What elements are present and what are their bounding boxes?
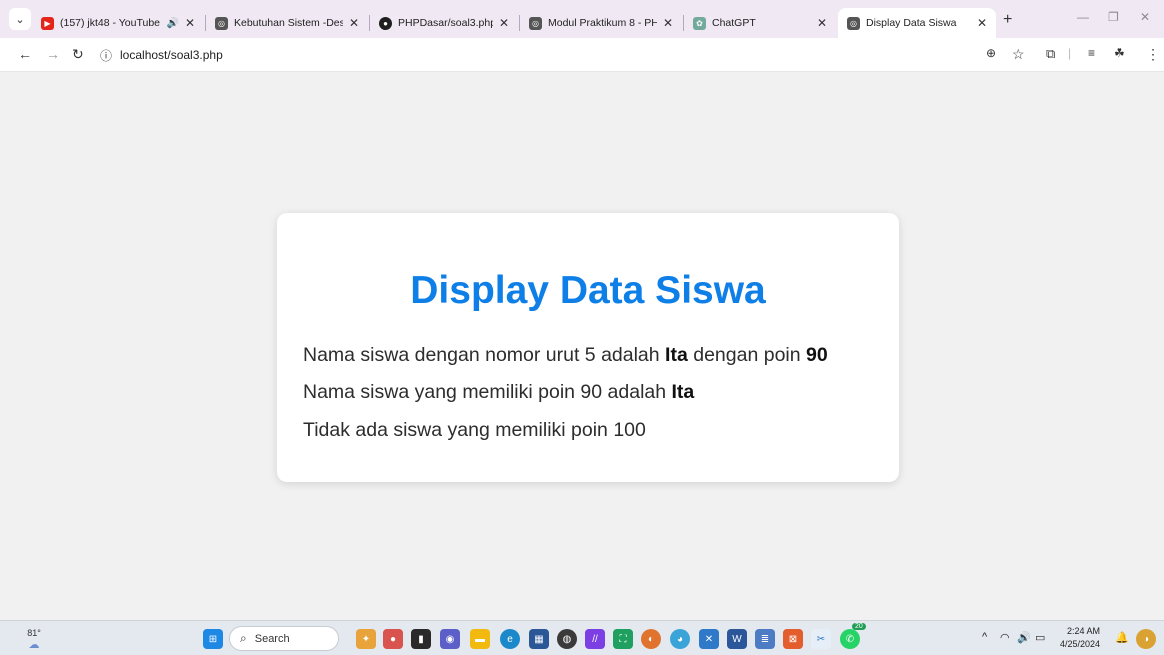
result-line-3: Tidak ada siswa yang memiliki poin 100 [303,419,646,441]
clock-time: 2:24 AM [1067,626,1101,636]
whatsapp-icon[interactable]: ✆ [840,629,860,649]
student-name: Ita [671,381,695,403]
search-icon: ⌕ [240,631,247,645]
globe-icon: ◎ [847,16,860,30]
chrome-canary-icon[interactable]: ◐ [641,629,661,649]
wifi-icon[interactable]: ◠ [1000,631,1010,644]
tab-title: (157) jkt48 - YouTube [60,17,161,29]
chevron-down-icon: ⌄ [15,13,25,26]
profile-avatar-icon[interactable]: ☘ [1114,46,1125,60]
file-explorer-icon[interactable]: ▬ [470,629,490,649]
reload-button[interactable]: ↻ [72,46,84,63]
system-clock[interactable]: 2:24 AM 4/25/2024 [1060,625,1100,651]
battery-icon[interactable]: ▭ [1035,631,1045,644]
page-viewport: Display Data Siswa Nama siswa dengan nom… [0,72,1164,620]
edge-icon[interactable]: e [500,629,520,649]
close-icon[interactable]: ✕ [817,16,827,30]
widgets-icon[interactable]: ✦ [356,629,376,649]
bookmark-star-icon[interactable]: ☆ [1012,46,1025,63]
tab-title: ChatGPT [712,17,756,29]
tab-title: Kebutuhan Sistem -Desain [234,17,343,29]
vscode-icon[interactable]: ✕ [699,629,719,649]
tab-kebutuhan-sistem[interactable]: ◎ Kebutuhan Sistem -Desain ✕ [206,8,368,38]
zoom-icon[interactable]: ⊕ [986,46,996,60]
close-window-button[interactable]: ✕ [1140,10,1150,24]
tab-title: PHPDasar/soal3.php at m [398,17,493,29]
student-points: 90 [806,344,828,366]
whatsapp-badge: 20 [852,623,866,630]
copilot-icon[interactable]: ◑ [1136,629,1156,649]
word-icon[interactable]: W [727,629,747,649]
windows-taskbar: 81° ☁ ⊞ ⌕ Search ✦ ● ▮ ◉ ▬ e ▦ ◍ // ⛶ ◐ … [0,620,1164,655]
extensions-icon[interactable]: ⧉ [1046,46,1055,62]
tab-title: Modul Praktikum 8 - PHP [548,17,657,29]
taskbar-search[interactable]: ⌕ Search [229,626,339,651]
chat-icon[interactable]: ◉ [440,629,460,649]
snipping-tool-icon[interactable]: ✂ [811,629,831,649]
url-text[interactable]: localhost/soal3.php [120,48,223,62]
close-icon[interactable]: ✕ [185,16,195,30]
maximize-button[interactable]: ❐ [1108,10,1119,24]
xbox-icon[interactable]: ⛶ [613,629,633,649]
tab-title: Display Data Siswa [866,17,957,29]
weather-temp: 81° [27,627,41,638]
line-text: Nama siswa yang memiliki poin 90 adalah [303,381,672,403]
minimize-button[interactable]: — [1077,10,1089,24]
globe-icon: ◎ [529,16,542,30]
search-label: Search [254,632,290,645]
tab-modul-praktikum[interactable]: ◎ Modul Praktikum 8 - PHP ✕ [520,8,682,38]
volume-icon[interactable]: 🔊 [1017,631,1031,644]
globe-icon: ◎ [215,16,228,30]
youtube-icon: ▶ [41,16,54,30]
tab-youtube[interactable]: ▶ (157) jkt48 - YouTube 🔊 ✕ [32,8,204,38]
close-icon[interactable]: ✕ [977,16,987,30]
store-icon[interactable]: ▦ [529,629,549,649]
speaker-icon[interactable]: 🔊 [166,18,178,29]
line-text: Nama siswa dengan nomor urut 5 adalah [303,344,666,366]
app-icon[interactable]: // [585,629,605,649]
notification-bell-icon[interactable]: 🔔 [1115,631,1129,644]
task-view-icon[interactable]: ▮ [411,629,431,649]
windows-start-icon[interactable]: ⊞ [203,629,223,649]
data-card: Display Data Siswa Nama siswa dengan nom… [277,213,899,482]
tab-chatgpt[interactable]: ✿ ChatGPT ✕ [684,8,836,38]
clock-date: 4/25/2024 [1060,639,1101,649]
close-icon[interactable]: ✕ [349,16,359,30]
cloud-icon: ☁ [28,638,40,651]
result-line-2: Nama siswa yang memiliki poin 90 adalah … [303,381,694,404]
forward-button[interactable]: → [46,46,60,62]
github-icon: ● [379,16,392,30]
chrome-icon[interactable]: ◍ [557,629,577,649]
game-icon[interactable]: ● [383,629,403,649]
menu-dots-icon[interactable]: ⋮ [1146,46,1160,63]
address-bar[interactable]: ⓘ localhost/soal3.php [94,42,1164,68]
tab-strip: ⌄ ▶ (157) jkt48 - YouTube 🔊 ✕ ◎ Kebutuha… [0,0,1164,38]
xampp-icon[interactable]: ⊠ [783,629,803,649]
chevron-up-icon[interactable]: ^ [982,631,987,643]
result-line-1: Nama siswa dengan nomor urut 5 adalah It… [303,344,828,367]
browser-icon[interactable]: ◕ [670,629,690,649]
browser-toolbar: ← → ↻ ⓘ localhost/soal3.php ⊕ ☆ ⧉ | ≡ ☘ … [0,38,1164,72]
tab-display-data-siswa[interactable]: ◎ Display Data Siswa ✕ [838,8,996,38]
reading-list-icon[interactable]: ≡ [1088,46,1095,60]
site-info-icon[interactable]: ⓘ [100,47,112,64]
line-text: dengan poin [687,344,807,366]
tab-search-button[interactable]: ⌄ [9,8,31,30]
new-tab-button[interactable]: + [1003,11,1012,29]
close-icon[interactable]: ✕ [663,16,673,30]
weather-widget[interactable]: 81° ☁ [24,627,44,651]
student-name: Ita [665,344,688,366]
tab-github[interactable]: ● PHPDasar/soal3.php at m ✕ [370,8,518,38]
back-button[interactable]: ← [18,46,32,62]
toolbar-divider: | [1068,46,1072,60]
close-icon[interactable]: ✕ [499,16,509,30]
notepad-icon[interactable]: ≣ [755,629,775,649]
chatgpt-icon: ✿ [693,16,706,30]
page-title: Display Data Siswa [410,269,766,312]
